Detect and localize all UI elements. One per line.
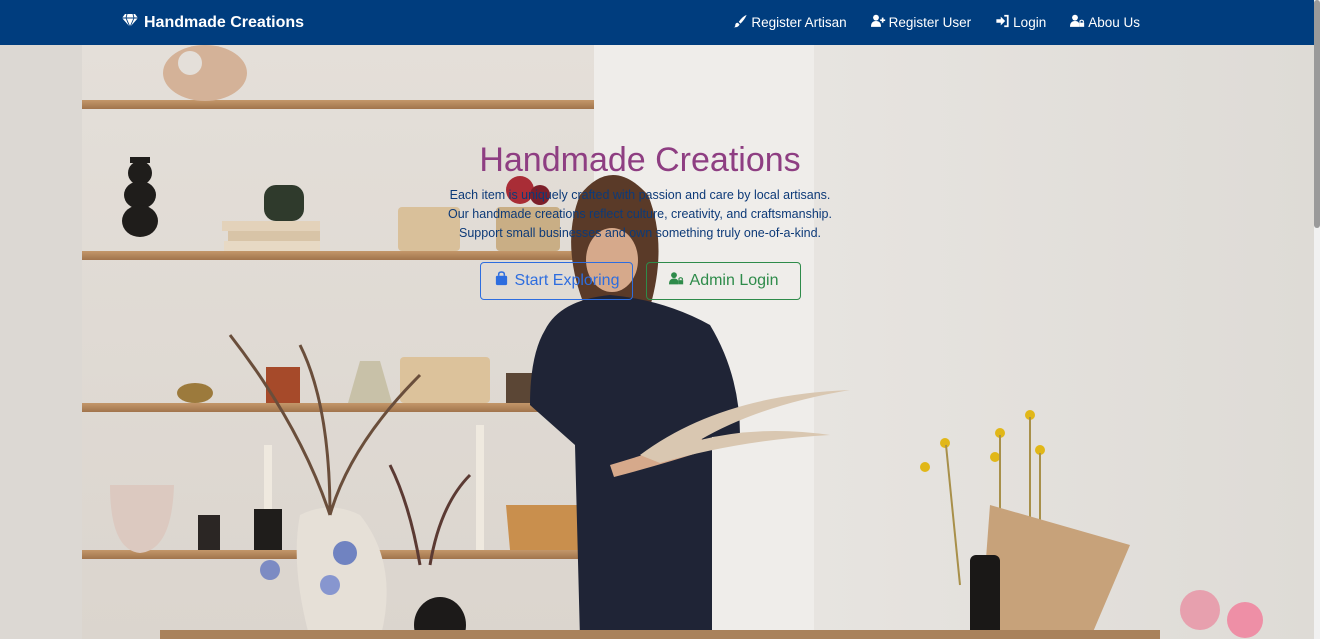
nav-login-label: Login: [1013, 15, 1047, 30]
user-lock-icon: [1070, 14, 1085, 31]
sign-in-icon: [995, 14, 1010, 31]
user-lock-icon: [668, 271, 684, 291]
nav-register-user-label: Register User: [888, 15, 972, 30]
navbar: Handmade Creations Register Artisan Regi…: [0, 0, 1320, 45]
brand-label: Handmade Creations: [144, 13, 305, 31]
admin-login-button[interactable]: Admin Login: [646, 262, 801, 300]
nav-register-artisan[interactable]: Register Artisan: [733, 14, 847, 31]
nav-about-us-label: Abou Us: [1088, 15, 1140, 30]
brand-link[interactable]: Handmade Creations: [122, 12, 304, 33]
nav-register-artisan-label: Register Artisan: [751, 15, 847, 30]
scrollbar-thumb[interactable]: [1314, 0, 1320, 228]
nav-register-user[interactable]: Register User: [870, 14, 972, 31]
shopping-bag-icon: [494, 271, 509, 291]
hero-text-line: Our handmade creations reflect culture, …: [448, 207, 832, 221]
hero-text-line: Support small businesses and own somethi…: [459, 226, 821, 240]
user-plus-icon: [870, 14, 886, 31]
wooden-table: [160, 630, 1160, 639]
start-exploring-button[interactable]: Start Exploring: [480, 262, 633, 300]
page: Handmade Creations Register Artisan Regi…: [0, 0, 1320, 639]
gem-icon: [122, 12, 138, 33]
hero-text-line: Each item is uniquely crafted with passi…: [449, 188, 831, 202]
nav-links: Register Artisan Register User Login Abo…: [733, 0, 1140, 45]
start-exploring-label: Start Exploring: [514, 272, 620, 289]
nav-login[interactable]: Login: [995, 14, 1046, 31]
hero-background-image: [0, 45, 1314, 639]
hero-title: Handmade Creations: [479, 141, 801, 179]
decor-objects: [110, 45, 1263, 639]
paintbrush-icon: [733, 14, 748, 31]
page-scrollbar[interactable]: [1314, 0, 1320, 639]
admin-login-label: Admin Login: [689, 272, 779, 289]
nav-about-us[interactable]: Abou Us: [1070, 14, 1140, 31]
